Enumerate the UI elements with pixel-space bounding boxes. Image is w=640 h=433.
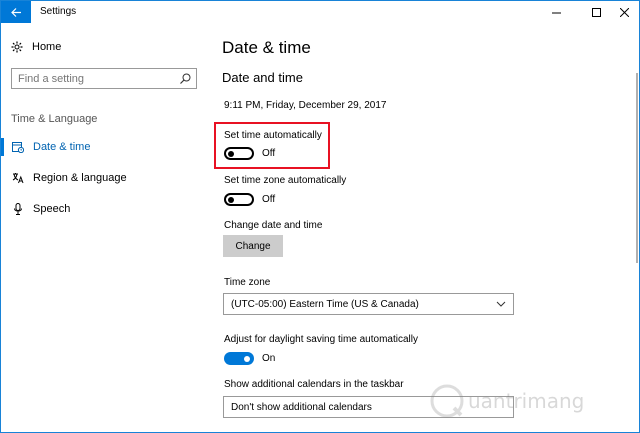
- toggle-knob: [228, 196, 234, 203]
- set-time-auto-state: Off: [262, 148, 276, 159]
- microphone-icon: [12, 203, 24, 215]
- daylight-toggle[interactable]: [224, 352, 254, 365]
- sidebar-item-speech[interactable]: Speech: [1, 197, 206, 221]
- sidebar-item-date-time[interactable]: Date & time: [1, 135, 206, 159]
- calendar-clock-icon: [12, 141, 24, 153]
- sidebar: Home Time & Language Date & time: [1, 23, 206, 432]
- calendars-value: Don't show additional calendars: [231, 401, 372, 413]
- set-timezone-auto-toggle[interactable]: [224, 193, 254, 206]
- time-zone-value: (UTC-05:00) Eastern Time (US & Canada): [231, 298, 419, 310]
- set-time-auto-label: Set time automatically: [224, 130, 322, 141]
- maximize-icon: [591, 7, 601, 17]
- change-date-label: Change date and time: [224, 220, 323, 231]
- time-zone-label: Time zone: [224, 277, 271, 288]
- set-timezone-auto-row: Off: [224, 193, 275, 206]
- daylight-state: On: [262, 353, 276, 364]
- toggle-knob: [244, 355, 250, 362]
- watermark-text: uantrimang: [468, 389, 585, 413]
- calendars-label: Show additional calendars in the taskbar: [224, 379, 404, 390]
- sidebar-home-label: Home: [32, 41, 62, 53]
- maximize-button[interactable]: [581, 1, 611, 23]
- page-title: Date & time: [222, 38, 311, 57]
- current-date-time: 9:11 PM, Friday, December 29, 2017: [224, 100, 387, 111]
- settings-window: Settings Home Time & Language: [0, 0, 640, 433]
- section-title: Date and time: [222, 70, 303, 85]
- region-language-icon: [12, 172, 24, 184]
- search-box[interactable]: [11, 68, 197, 89]
- daylight-row: On: [224, 352, 275, 365]
- chevron-down-icon: [496, 301, 506, 307]
- sidebar-item-label: Region & language: [33, 172, 127, 184]
- sidebar-item-region-language[interactable]: Region & language: [1, 166, 206, 190]
- search-icon[interactable]: [180, 73, 191, 84]
- set-time-auto-toggle[interactable]: [224, 147, 254, 160]
- set-timezone-auto-state: Off: [262, 194, 276, 205]
- gear-icon: [11, 41, 23, 53]
- sidebar-section-label: Time & Language: [11, 113, 98, 125]
- scrollbar-thumb[interactable]: [636, 73, 638, 263]
- daylight-label: Adjust for daylight saving time automati…: [224, 334, 418, 345]
- sidebar-item-label: Date & time: [33, 141, 91, 153]
- toggle-knob: [228, 150, 234, 157]
- close-button[interactable]: [609, 1, 639, 23]
- back-button[interactable]: [1, 1, 31, 23]
- set-timezone-auto-label: Set time zone automatically: [224, 175, 347, 186]
- minimize-icon: [551, 12, 561, 13]
- set-time-auto-row: Off: [224, 147, 275, 160]
- sidebar-item-label: Speech: [33, 203, 71, 215]
- main-content: Date & time Date and time 9:11 PM, Frida…: [206, 23, 636, 432]
- watermark: uantrimang: [429, 383, 584, 419]
- close-icon: [619, 7, 629, 17]
- time-zone-dropdown[interactable]: (UTC-05:00) Eastern Time (US & Canada): [223, 293, 514, 315]
- sidebar-home[interactable]: Home: [11, 41, 61, 53]
- title-bar: Settings: [1, 1, 639, 23]
- search-input[interactable]: [18, 71, 178, 86]
- change-button[interactable]: Change: [223, 235, 283, 257]
- scrollbar[interactable]: [635, 23, 639, 432]
- minimize-button[interactable]: [541, 1, 571, 23]
- window-title: Settings: [40, 6, 77, 17]
- arrow-left-icon: [10, 7, 21, 17]
- watermark-logo-icon: [430, 384, 464, 418]
